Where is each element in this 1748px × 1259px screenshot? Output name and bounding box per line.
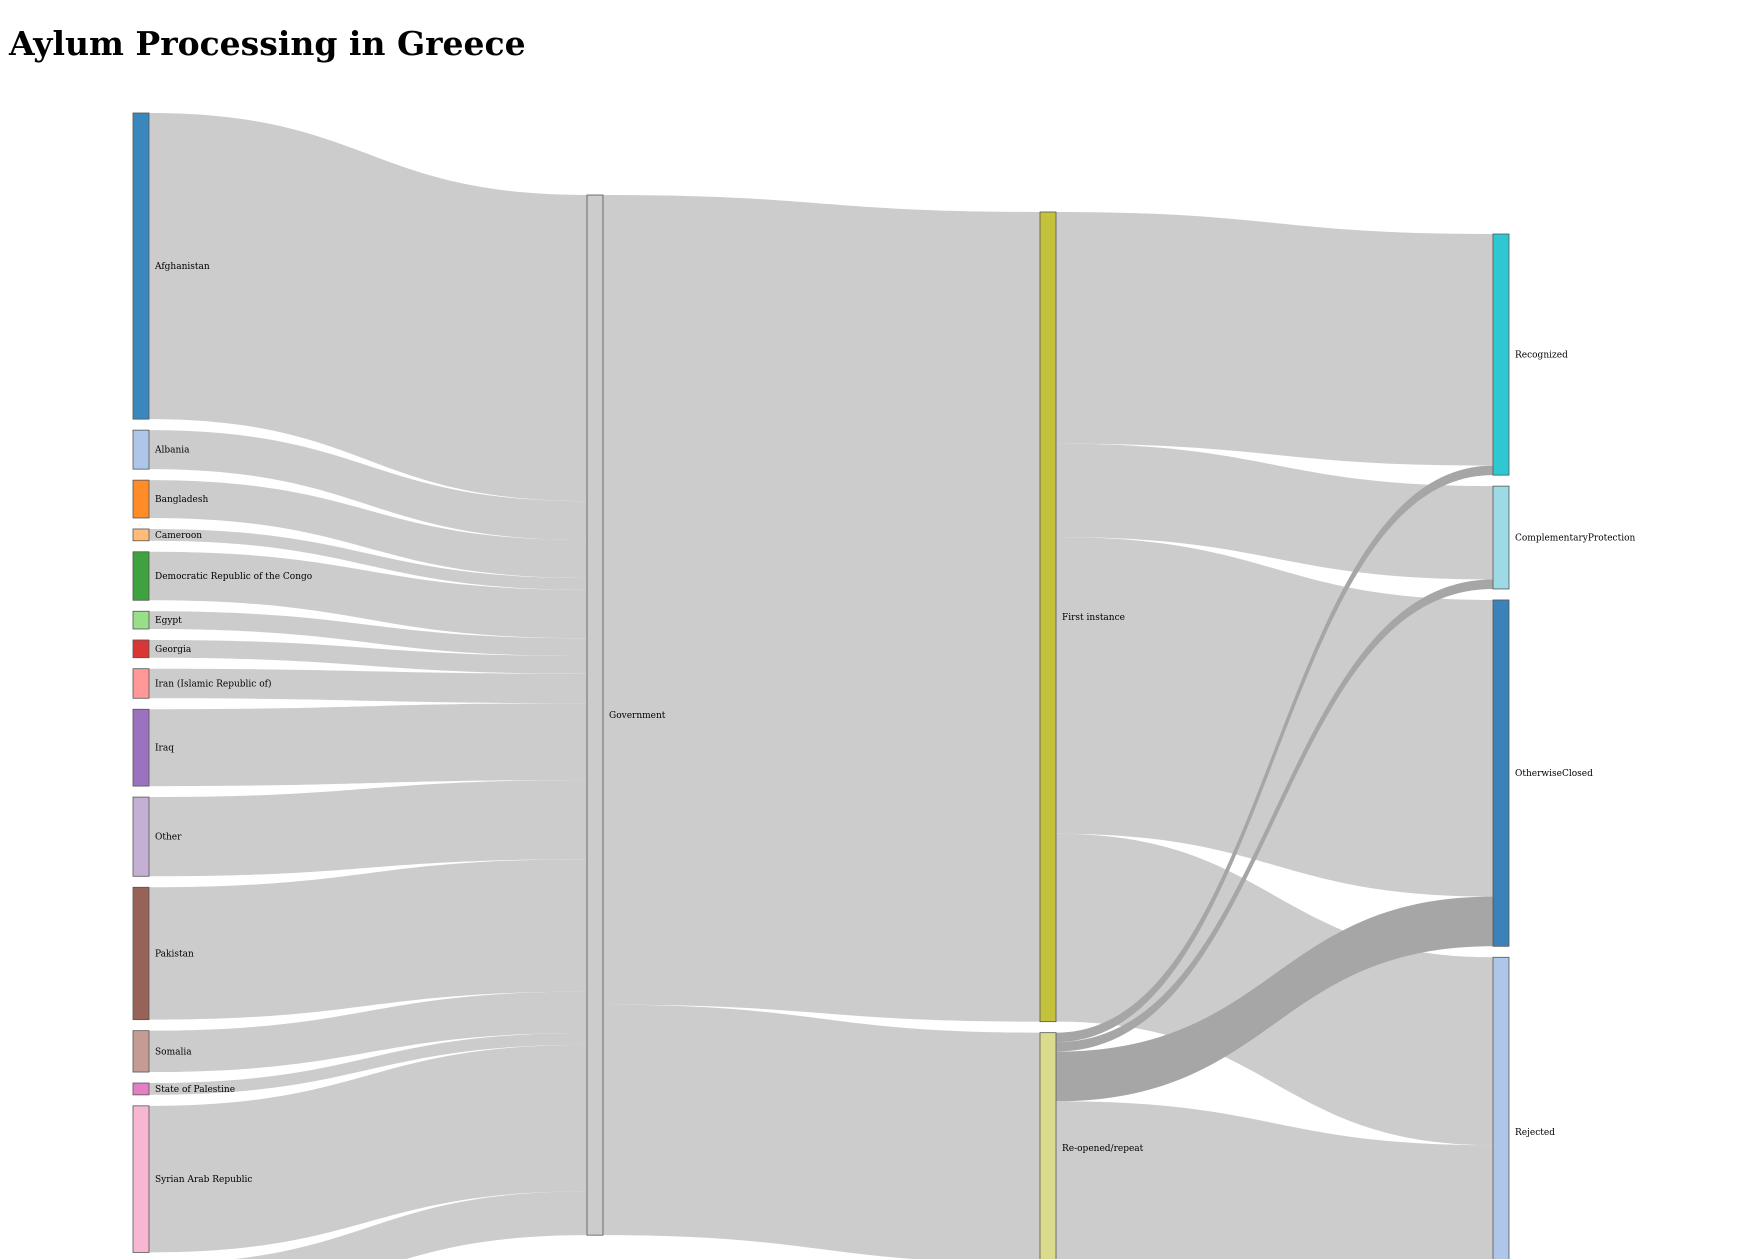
node-pakistan	[132, 886, 150, 1021]
links-layer	[149, 113, 1493, 1259]
node-afghanistan	[132, 112, 150, 420]
node-label-somalia: Somalia	[155, 1047, 192, 1057]
link-iraq-to-government	[149, 703, 587, 787]
node-label-reopened: Re-opened/repeat	[1062, 1144, 1144, 1154]
node-iran	[132, 668, 150, 699]
node-georgia	[132, 639, 150, 659]
node-label-iran: Iran (Islamic Republic of)	[155, 678, 271, 689]
node-complementary	[1492, 485, 1510, 590]
node-label-pakistan: Pakistan	[155, 949, 194, 959]
node-bangladesh	[132, 479, 150, 519]
sankey-diagram: Afghanistan Albania Bangladesh Cameroon Demo…	[132, 112, 1636, 1259]
node-label-iraq: Iraq	[155, 744, 174, 754]
node-label-complementary: ComplementaryProtection	[1515, 534, 1636, 544]
node-label-syria: Syrian Arab Republic	[155, 1175, 252, 1185]
link-government-to-first	[603, 195, 1040, 1022]
node-label-georgia: Georgia	[155, 645, 192, 655]
node-label-palestine: State of Palestine	[155, 1085, 235, 1095]
node-first	[1039, 211, 1057, 1023]
node-label-government: Government	[609, 711, 666, 721]
node-label-drc: Democratic Republic of the Congo	[155, 572, 312, 582]
node-recognized	[1492, 233, 1510, 476]
link-government-to-reopened	[603, 1004, 1040, 1259]
node-drc	[132, 551, 150, 601]
node-egypt	[132, 610, 150, 630]
node-label-cameroon: Cameroon	[155, 531, 202, 541]
node-cameroon	[132, 528, 150, 542]
node-government	[586, 194, 604, 1236]
node-otherwiseclosed	[1492, 599, 1510, 947]
node-reopened	[1039, 1032, 1057, 1259]
node-label-recognized: Recognized	[1515, 351, 1568, 361]
node-label-egypt: Egypt	[155, 616, 182, 626]
node-palestine	[132, 1082, 150, 1096]
link-first-to-recognized	[1056, 212, 1493, 466]
node-albania	[132, 429, 150, 470]
node-label-afghanistan: Afghanistan	[154, 262, 210, 272]
node-label-other: Other	[155, 833, 182, 843]
node-label-albania: Albania	[154, 446, 190, 456]
node-label-rejected: Rejected	[1515, 1128, 1555, 1138]
sankey-figure: Aylum Processing in Greece Afghanistan Al…	[0, 0, 1748, 1259]
node-other	[132, 796, 150, 877]
node-syria	[132, 1105, 150, 1253]
node-iraq	[132, 708, 150, 787]
node-rejected	[1492, 956, 1510, 1259]
node-label-bangladesh: Bangladesh	[155, 495, 208, 505]
node-label-otherwiseclosed: OtherwiseClosed	[1515, 769, 1593, 779]
node-somalia	[132, 1030, 150, 1073]
node-label-first: First instance	[1062, 613, 1125, 623]
